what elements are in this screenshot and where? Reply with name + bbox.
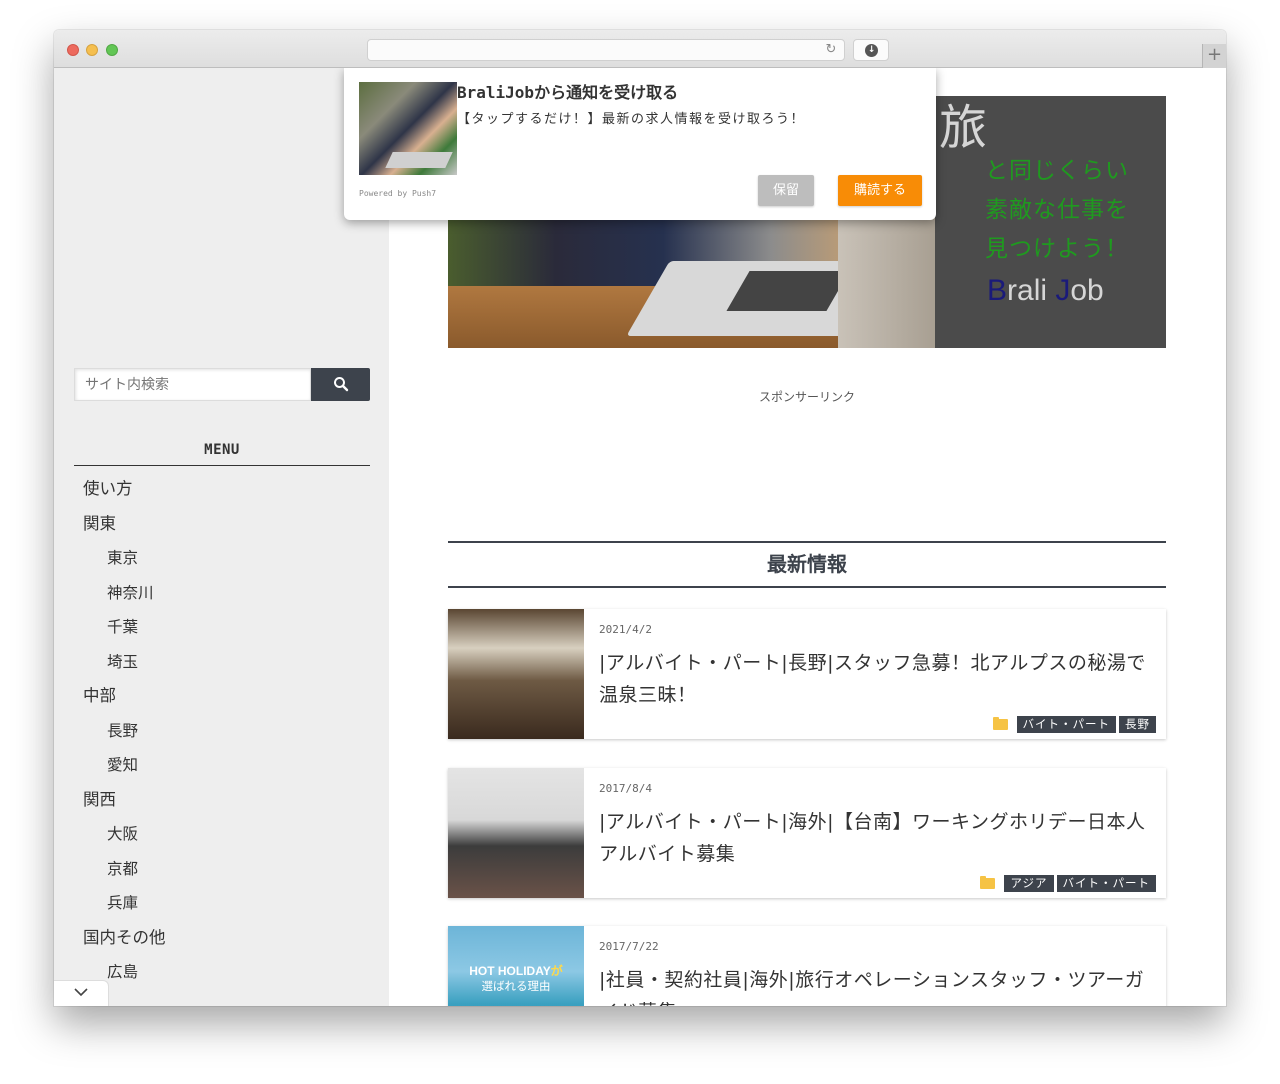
menu-heading: MENU — [74, 442, 370, 466]
sponsor-label: スポンサーリンク — [758, 390, 855, 404]
downloads-button[interactable]: ↓ — [853, 39, 889, 61]
tag[interactable]: バイト・パート — [1056, 875, 1156, 892]
later-button[interactable]: 保留 — [758, 175, 814, 206]
sidebar-menu-item[interactable]: 使い方 — [74, 472, 370, 507]
post-thumbnail[interactable] — [448, 768, 584, 898]
prompt-title-brand: BraliJob — [457, 83, 535, 102]
post-tags: バイト・パート 長野 — [992, 716, 1156, 733]
brand-ob: ob — [1070, 274, 1104, 307]
site-search — [74, 368, 370, 401]
post-title[interactable]: |アルバイト・パート|長野|スタッフ急募！北アルプスの秘湯で温泉三昧！ — [599, 647, 1159, 711]
sidebar: MENU 使い方関東東京神奈川千葉埼玉中部長野愛知関西大阪京都兵庫国内その他広島 — [54, 68, 389, 1006]
post-card[interactable]: 2017/8/4 |アルバイト・パート|海外|【台南】ワーキングホリデー日本人ア… — [448, 768, 1166, 898]
sidebar-menu-item[interactable]: 愛知 — [74, 748, 370, 783]
sidebar-menu-item[interactable]: 兵庫 — [74, 886, 370, 921]
sidebar-menu-item[interactable]: 京都 — [74, 852, 370, 887]
subscribe-button[interactable]: 購読する — [838, 175, 922, 206]
sidebar-menu-item[interactable]: 大阪 — [74, 817, 370, 852]
sidebar-menu: 使い方 関東 東京 神奈川 千葉 埼玉 中部 長野 愛知 関西 大阪 京都 兵庫 国内その他 広島 — [74, 472, 370, 990]
search-button[interactable] — [311, 368, 370, 401]
chevron-down-icon — [74, 988, 88, 997]
post-date: 2017/8/4 — [599, 782, 652, 795]
scroll-toggle-button[interactable] — [54, 980, 109, 1006]
sidebar-menu-item[interactable]: 神奈川 — [74, 576, 370, 611]
brand-letter-b: B — [987, 274, 1008, 307]
powered-by-label[interactable]: Powered by Push7 — [359, 189, 436, 198]
search-icon — [334, 377, 349, 392]
section-title: 最新情報 — [448, 541, 1166, 588]
sidebar-menu-item[interactable]: 広島 — [74, 955, 370, 990]
minimize-window-button[interactable] — [86, 44, 98, 56]
sidebar-menu-item[interactable]: 関西 — [74, 783, 370, 818]
hero-line-1: と同じくらい — [985, 158, 1129, 184]
post-title[interactable]: |社員・契約社員|海外|旅行オペレーションスタッフ・ツアーガイド募集 — [599, 964, 1159, 1006]
post-title[interactable]: |アルバイト・パート|海外|【台南】ワーキングホリデー日本人アルバイト募集 — [599, 806, 1159, 870]
reload-icon[interactable]: ↻ — [824, 43, 838, 57]
hero-photo-screen — [838, 216, 935, 348]
search-input[interactable] — [74, 368, 311, 401]
post-card[interactable]: 2021/4/2 |アルバイト・パート|長野|スタッフ急募！北アルプスの秘湯で温… — [448, 609, 1166, 739]
tag[interactable]: アジア — [1004, 875, 1054, 892]
hero-line-2: 素敵な仕事を — [985, 197, 1129, 223]
browser-window: ↻ ↓ + MENU 使い方関東東京神奈川千葉埼玉中部長野愛知関西大阪京都兵庫国… — [54, 30, 1226, 1006]
post-tags: アジア バイト・パート — [980, 875, 1156, 892]
close-window-button[interactable] — [67, 44, 79, 56]
sidebar-menu-item[interactable]: 中部 — [74, 679, 370, 714]
sidebar-menu-item[interactable]: 千葉 — [74, 610, 370, 645]
plus-icon: + — [1206, 44, 1223, 65]
prompt-title-text: から通知を受け取る — [534, 83, 679, 102]
sidebar-menu-item[interactable]: 関東 — [74, 507, 370, 542]
sidebar-menu-item[interactable]: 埼玉 — [74, 645, 370, 680]
hero-line-3: 見つけよう！ — [985, 236, 1129, 262]
thumbnail-caption-sub: 選ばれる理由 — [481, 981, 551, 993]
sidebar-menu-item[interactable]: 長野 — [74, 714, 370, 749]
prompt-body: 【タップするだけ！】最新の求人情報を受け取ろう！ — [457, 112, 806, 127]
prompt-title: BraliJobから通知を受け取る — [457, 79, 678, 103]
post-thumbnail[interactable]: HOT HOLIDAYが 選ばれる理由 — [448, 926, 584, 1006]
push-notification-prompt: BraliJobから通知を受け取る 【タップするだけ！】最新の求人情報を受け取ろ… — [344, 68, 936, 220]
post-thumbnail[interactable] — [448, 609, 584, 739]
post-card[interactable]: HOT HOLIDAYが 選ばれる理由 2017/7/22 |社員・契約社員|海… — [448, 926, 1166, 1006]
address-bar[interactable]: ↻ — [367, 39, 845, 61]
post-date: 2021/4/2 — [599, 623, 652, 636]
hero-brand-logo: Brali Job — [987, 274, 1104, 308]
sidebar-menu-item[interactable]: 国内その他 — [74, 921, 370, 956]
sidebar-menu-item[interactable]: 東京 — [74, 541, 370, 576]
download-icon: ↓ — [865, 44, 878, 57]
thumbnail-caption: HOT HOLIDAYが 選ばれる理由 — [448, 964, 584, 995]
page-viewport: MENU 使い方関東東京神奈川千葉埼玉中部長野愛知関西大阪京都兵庫国内その他広島… — [54, 68, 1226, 1006]
zoom-window-button[interactable] — [106, 44, 118, 56]
brand-rali: rali — [1007, 274, 1056, 307]
tag[interactable]: バイト・パート — [1016, 716, 1116, 733]
thumbnail-caption-en: HOT HOLIDAY — [469, 964, 551, 978]
tag[interactable]: 長野 — [1119, 716, 1156, 733]
prompt-image — [359, 82, 457, 175]
brand-letter-j: J — [1055, 274, 1071, 307]
hero-text-panel: 旅 と同じくらい 素敵な仕事を 見つけよう！ Brali Job — [935, 96, 1166, 348]
new-tab-button[interactable]: + — [1202, 44, 1226, 68]
prompt-image-laptop — [385, 152, 453, 168]
thumbnail-caption-ga: が — [550, 964, 563, 978]
hero-kanji: 旅 — [939, 100, 988, 156]
browser-titlebar: ↻ ↓ + — [54, 30, 1226, 68]
post-date: 2017/7/22 — [599, 940, 659, 953]
folder-icon — [992, 717, 1008, 730]
folder-icon — [980, 876, 996, 889]
